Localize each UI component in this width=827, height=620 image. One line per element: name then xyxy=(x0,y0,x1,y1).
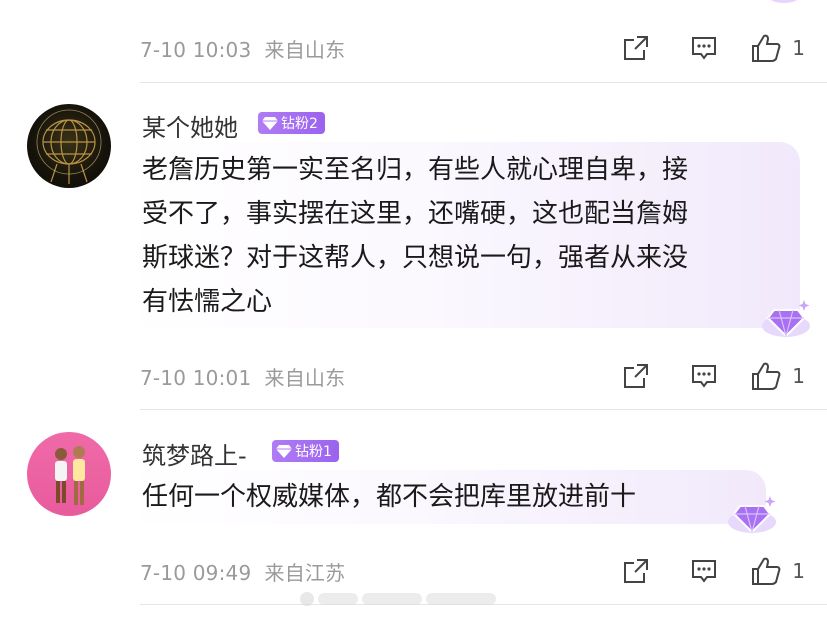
like-count: 1 xyxy=(792,559,805,583)
like-button[interactable]: 1 xyxy=(750,360,805,392)
comment-actions: 1 xyxy=(616,551,805,591)
diamond-icon xyxy=(262,117,278,130)
diamond-gem-icon xyxy=(762,0,806,14)
share-button[interactable] xyxy=(616,362,656,390)
share-button[interactable] xyxy=(616,34,656,62)
thumbs-up-icon xyxy=(752,557,781,585)
comment-button[interactable] xyxy=(684,557,724,585)
comment-actions: 1 xyxy=(616,356,805,396)
comment-icon xyxy=(692,365,717,388)
like-button[interactable]: 1 xyxy=(750,32,805,64)
share-button[interactable] xyxy=(616,557,656,585)
comment-actions: 1 xyxy=(616,28,805,68)
comment-icon xyxy=(692,37,717,60)
comment-time: 7-10 10:03 来自山东 xyxy=(140,37,346,62)
username[interactable]: 筑梦路上- xyxy=(142,436,247,471)
avatar[interactable] xyxy=(27,432,111,516)
comment-icon xyxy=(692,560,717,583)
comment-button[interactable] xyxy=(684,34,724,62)
watermark xyxy=(300,586,510,612)
comment-text: 任何一个权威媒体，都不会把库里放进前十 xyxy=(142,482,637,512)
thumbs-up-icon xyxy=(752,362,781,390)
like-button[interactable]: 1 xyxy=(750,555,805,587)
like-count: 1 xyxy=(792,36,805,60)
diamond-gem-icon xyxy=(726,492,778,540)
avatar[interactable] xyxy=(27,104,111,188)
fan-badge: 钻粉2 xyxy=(258,112,325,134)
comment-text: 老詹历史第一实至名归，有些人就心理自卑，接 受不了，事实摆在这里，还嘴硬，这也配… xyxy=(142,155,689,317)
share-icon xyxy=(624,364,649,388)
thumbs-up-icon xyxy=(752,34,781,62)
comment-time: 7-10 10:01 来自山东 xyxy=(140,365,346,390)
fan-badge: 钻粉1 xyxy=(272,440,339,462)
divider xyxy=(140,409,827,410)
diamond-gem-icon xyxy=(760,296,812,344)
username[interactable]: 某个她她 xyxy=(142,108,238,143)
share-icon xyxy=(624,36,649,60)
comment-time: 7-10 09:49 来自江苏 xyxy=(140,560,346,585)
like-count: 1 xyxy=(792,364,805,388)
diamond-icon xyxy=(276,445,292,458)
divider xyxy=(140,82,827,83)
share-icon xyxy=(624,559,649,583)
comment-button[interactable] xyxy=(684,362,724,390)
